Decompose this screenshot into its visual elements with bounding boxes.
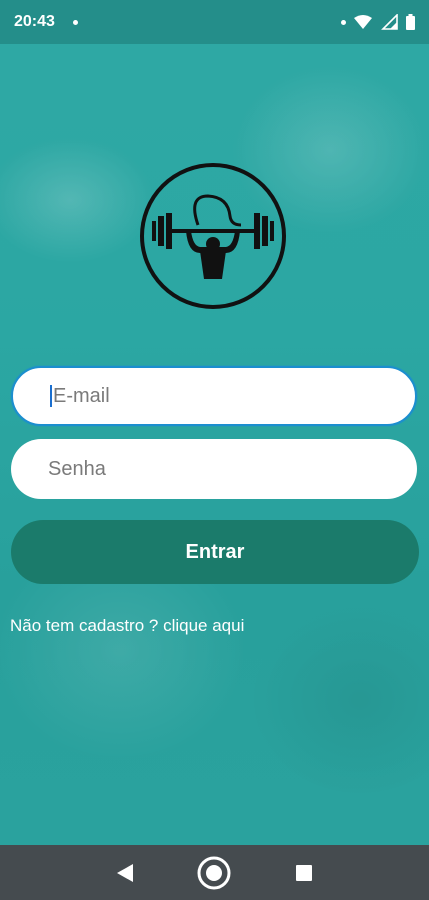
notification-dot (72, 19, 78, 25)
wifi-icon (354, 15, 372, 29)
email-field[interactable]: E-mail (11, 366, 417, 426)
battery-icon (406, 14, 415, 30)
text-cursor (50, 385, 52, 407)
recents-icon[interactable] (284, 853, 324, 893)
signal-icon (380, 14, 398, 30)
weightlifter-logo (138, 161, 288, 311)
system-nav-bar (0, 845, 429, 900)
password-field[interactable]: Senha (11, 439, 417, 499)
back-icon[interactable] (105, 853, 145, 893)
status-dot (341, 19, 346, 25)
home-icon[interactable] (194, 853, 234, 893)
status-bar: 20:43 (0, 0, 429, 44)
email-placeholder: E-mail (53, 384, 110, 407)
enter-button[interactable]: Entrar (11, 520, 419, 584)
status-time: 20:43 (14, 13, 55, 30)
signup-link[interactable]: Não tem cadastro ? clique aqui (10, 616, 244, 636)
password-placeholder: Senha (48, 457, 106, 480)
